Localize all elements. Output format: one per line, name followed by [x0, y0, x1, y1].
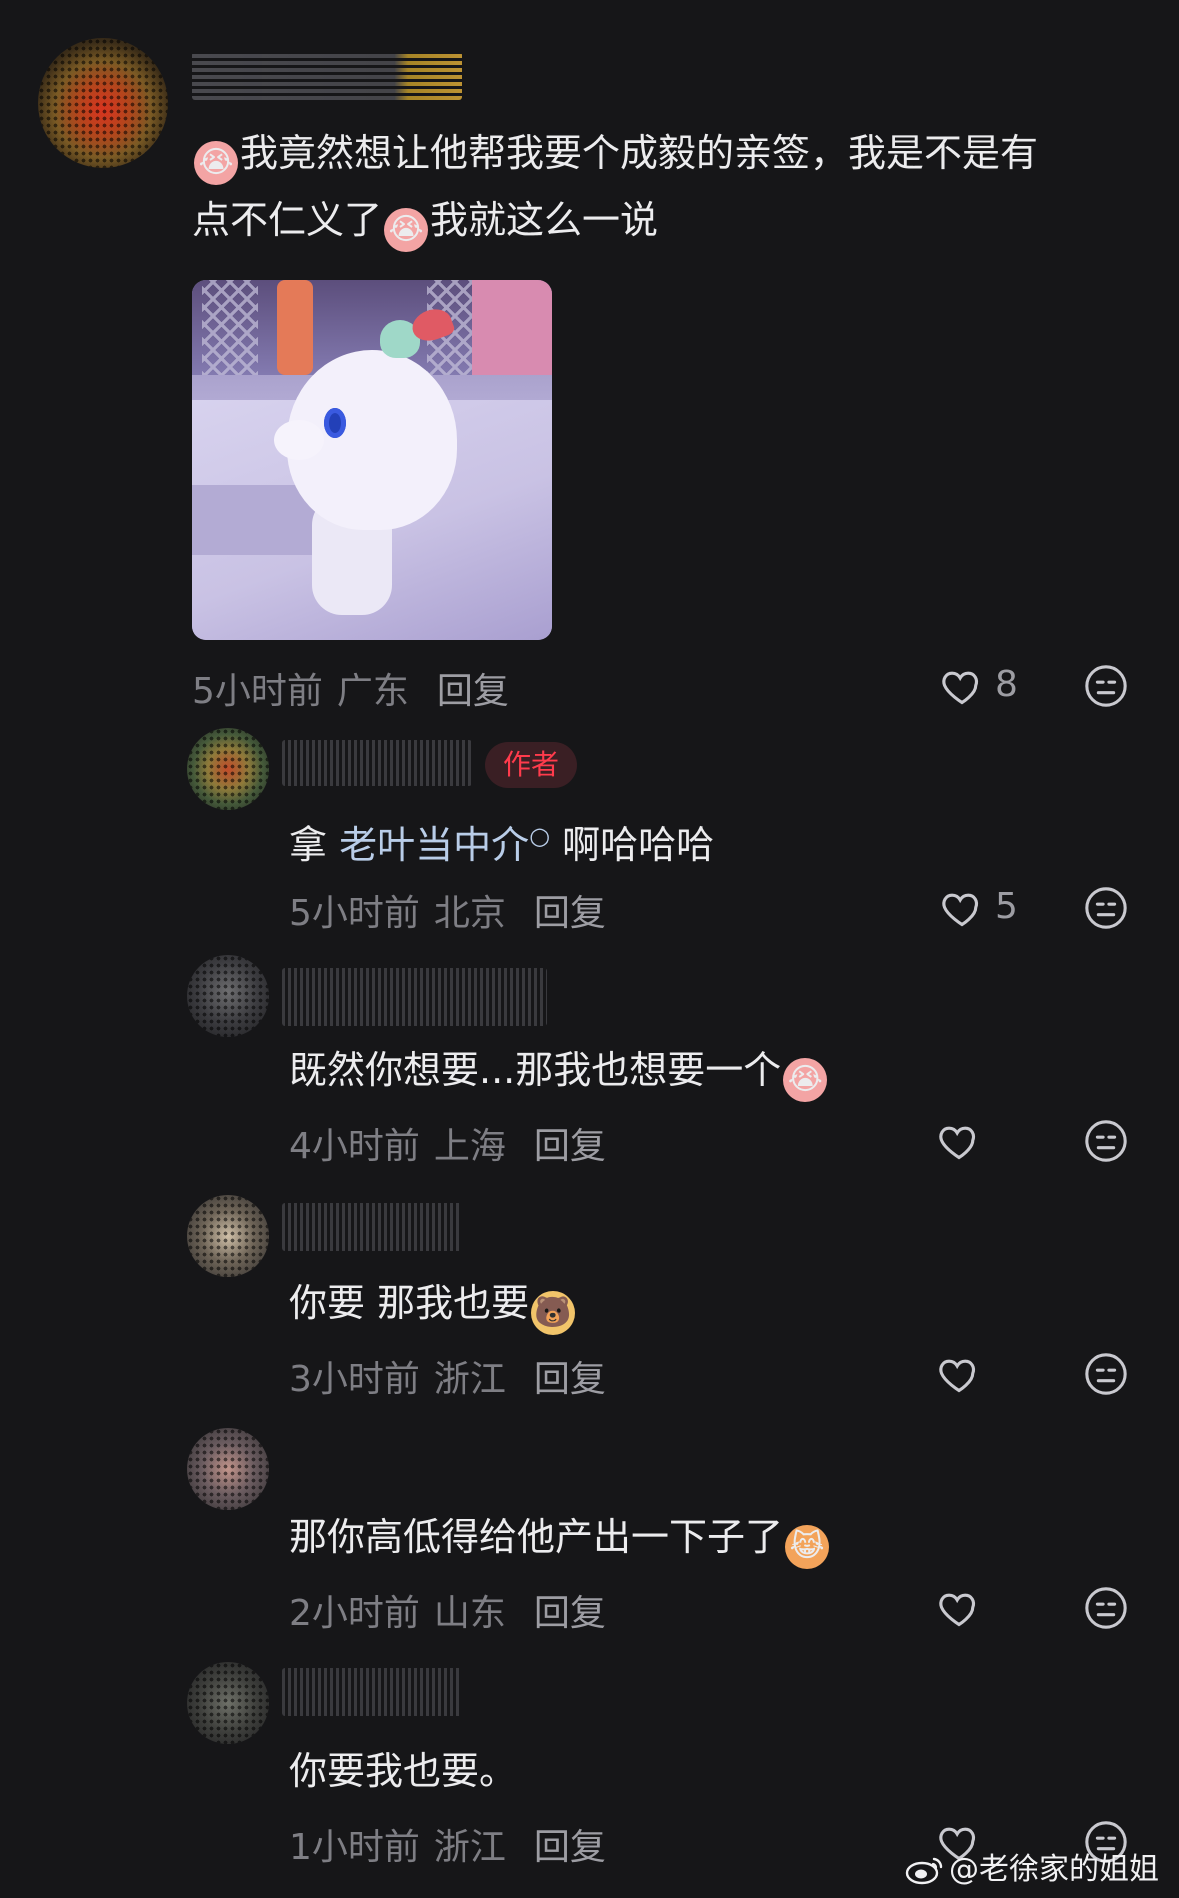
- like-heart-icon[interactable]: [937, 1586, 981, 1630]
- dislike-face-icon[interactable]: [1083, 663, 1129, 709]
- comment-location: 北京: [433, 893, 506, 934]
- username-blurred[interactable]: [192, 52, 462, 100]
- dislike-face-icon[interactable]: [1083, 1351, 1129, 1397]
- like-heart-icon[interactable]: [937, 1119, 981, 1163]
- like-count: 5: [995, 886, 1018, 927]
- comment-meta: 5小时前 广东 回复: [192, 662, 509, 714]
- comment-text: 😭 我竟然想让他帮我要个成毅的亲签，我是不是有: [192, 120, 1038, 186]
- like-count: 8: [995, 664, 1018, 705]
- dislike-face-icon[interactable]: [1083, 1118, 1129, 1164]
- avatar[interactable]: [187, 1662, 269, 1744]
- comment-text-line2: 点不仁义了 😭 我就这么一说: [192, 187, 658, 253]
- comment-location: 山东: [433, 1593, 506, 1634]
- username-blurred[interactable]: [282, 1203, 462, 1251]
- reply-button[interactable]: 回复: [534, 1593, 606, 1634]
- comment-text: 你要 那我也要 🐻: [289, 1270, 577, 1336]
- dislike-face-icon[interactable]: [1083, 1585, 1129, 1631]
- like-heart-icon[interactable]: [940, 886, 984, 930]
- avatar[interactable]: [187, 955, 269, 1037]
- reply-button[interactable]: 回复: [534, 1359, 606, 1400]
- comment-time: 1小时前: [289, 1827, 420, 1868]
- comment-text: 既然你想要...那我也想要一个 😭: [289, 1037, 829, 1103]
- laughing-cat-icon: 😹: [785, 1525, 830, 1569]
- username-blurred[interactable]: [282, 1668, 462, 1716]
- crying-face-icon: 😭: [783, 1058, 828, 1102]
- comment-meta: 3小时前 浙江 回复: [289, 1350, 606, 1402]
- crying-face-icon: 😭: [194, 141, 238, 185]
- comment-location: 浙江: [433, 1827, 506, 1868]
- comment-text: 那你高低得给他产出一下子了 😹: [289, 1504, 831, 1570]
- comment-meta: 5小时前 北京 回复: [289, 884, 606, 936]
- comment-text: 你要我也要。: [289, 1749, 518, 1793]
- reply-button[interactable]: 回复: [534, 1126, 606, 1167]
- dislike-face-icon[interactable]: [1083, 885, 1129, 931]
- username-blurred[interactable]: [282, 968, 547, 1026]
- avatar[interactable]: [187, 1428, 269, 1510]
- comment-location: 上海: [433, 1126, 506, 1167]
- comment-time: 2小时前: [289, 1593, 420, 1634]
- comment-text: 拿 老叶当中介○ 啊哈哈哈: [289, 822, 715, 867]
- bear-face-icon: 🐻: [531, 1291, 576, 1335]
- comment-meta: 1小时前 浙江 回复: [289, 1818, 606, 1870]
- comment-meta: 4小时前 上海 回复: [289, 1117, 606, 1169]
- comment-time: 5小时前: [289, 893, 420, 934]
- like-heart-icon[interactable]: [940, 664, 984, 708]
- comment-time: 3小时前: [289, 1359, 420, 1400]
- username-blurred[interactable]: [282, 740, 472, 786]
- like-heart-icon[interactable]: [937, 1352, 981, 1396]
- reply-button[interactable]: 回复: [534, 893, 606, 934]
- search-link-icon[interactable]: ○: [529, 822, 550, 850]
- reply-button[interactable]: 回复: [437, 671, 509, 712]
- search-link[interactable]: 老叶当中介: [339, 823, 529, 867]
- avatar[interactable]: [38, 38, 168, 168]
- comment-meta: 2小时前 山东 回复: [289, 1584, 606, 1636]
- author-badge: 作者: [485, 742, 578, 788]
- comment-location: 广东: [336, 671, 409, 712]
- weibo-watermark: @老徐家的姐姐: [905, 1844, 1159, 1888]
- avatar[interactable]: [187, 1195, 269, 1277]
- comment-location: 浙江: [433, 1359, 506, 1400]
- comment-time: 5小时前: [192, 671, 323, 712]
- weibo-logo-icon: [905, 1857, 943, 1885]
- crying-face-icon: 😭: [384, 208, 429, 252]
- comment-image[interactable]: [192, 280, 552, 640]
- comment-time: 4小时前: [289, 1126, 420, 1167]
- reply-button[interactable]: 回复: [534, 1827, 606, 1868]
- avatar[interactable]: [187, 728, 269, 810]
